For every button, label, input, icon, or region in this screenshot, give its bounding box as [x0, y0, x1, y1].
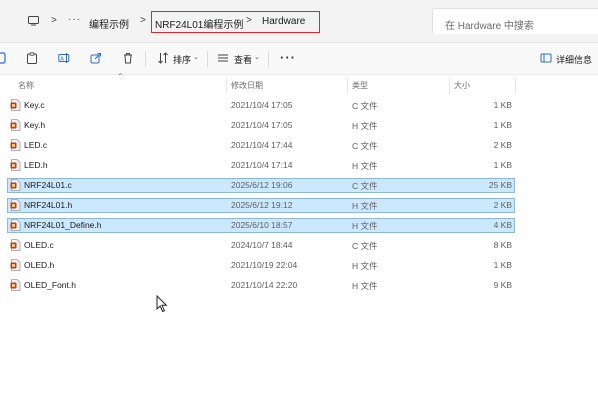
file-modified-date: 2025/6/10 18:57: [231, 220, 293, 230]
file-modified-date: 2024/10/7 18:44: [231, 240, 293, 250]
source-file-icon: [10, 99, 21, 111]
toolbar-divider: [268, 51, 269, 67]
annotation-highlight-box: [151, 11, 320, 33]
file-modified-date: 2025/6/12 19:12: [231, 200, 293, 210]
file-modified-date: 2021/10/14 22:20: [231, 280, 298, 290]
file-type: H 文件: [352, 221, 378, 231]
file-modified-date: 2021/10/19 22:04: [231, 260, 298, 270]
file-name: NRF24L01.h: [24, 200, 73, 210]
file-modified-date: 2025/6/12 19:06: [231, 180, 293, 190]
column-header-size[interactable]: 大小: [454, 80, 470, 91]
new-item-icon[interactable]: [0, 52, 7, 64]
chevron-down-icon[interactable]: ⌄: [193, 53, 199, 61]
file-name: OLED.h: [24, 260, 55, 270]
file-type: H 文件: [352, 281, 378, 291]
search-placeholder: 在 Hardware 中搜索: [445, 21, 534, 32]
details-button[interactable]: 详细信息: [556, 53, 592, 66]
file-name: NRF24L01.c: [24, 180, 72, 190]
monitor-icon[interactable]: [28, 16, 39, 26]
file-row[interactable]: OLED.c 2024/10/7 18:44 C 文件 8 KB: [7, 238, 515, 253]
column-divider[interactable]: [515, 78, 516, 94]
file-name: OLED_Font.h: [24, 280, 76, 290]
source-file-icon: [10, 119, 21, 131]
column-header-type[interactable]: 类型: [352, 80, 368, 91]
file-type: C 文件: [352, 241, 378, 251]
file-type: H 文件: [352, 121, 378, 131]
file-name: Key.c: [24, 100, 45, 110]
file-size: 2 KB: [493, 140, 512, 150]
file-row[interactable]: LED.c 2021/10/4 17:44 C 文件 2 KB: [7, 138, 515, 153]
source-file-icon: [10, 259, 21, 271]
source-file-icon: [10, 219, 21, 231]
svg-text:A: A: [60, 56, 64, 62]
file-size: 1 KB: [493, 100, 512, 110]
file-size: 2 KB: [493, 200, 512, 210]
rename-icon[interactable]: A: [58, 52, 70, 64]
file-type: H 文件: [352, 261, 378, 271]
file-type: H 文件: [352, 201, 378, 211]
file-row[interactable]: OLED.h 2021/10/19 22:04 H 文件 1 KB: [7, 258, 515, 273]
search-input[interactable]: 在 Hardware 中搜索: [432, 8, 598, 34]
file-size: 25 KB: [488, 180, 512, 190]
column-header-name[interactable]: 名称: [18, 80, 34, 91]
file-row[interactable]: LED.h 2021/10/4 17:14 H 文件 1 KB: [7, 158, 515, 173]
chevron-down-icon[interactable]: ⌄: [254, 53, 260, 61]
source-file-icon: [10, 179, 21, 191]
file-name: Key.h: [24, 120, 46, 130]
sort-ascending-icon: ⌃: [117, 72, 124, 81]
file-size: 1 KB: [493, 160, 512, 170]
mouse-cursor-icon: [156, 295, 168, 313]
file-name: LED.h: [24, 160, 48, 170]
file-modified-date: 2021/10/4 17:14: [231, 160, 293, 170]
file-type: C 文件: [352, 141, 378, 151]
file-row[interactable]: OLED_Font.h 2021/10/14 22:20 H 文件 9 KB: [7, 278, 515, 293]
more-options-button[interactable]: ···: [280, 50, 296, 65]
sort-button[interactable]: 排序: [173, 53, 191, 66]
file-name: LED.c: [24, 140, 48, 150]
file-row[interactable]: Key.c 2021/10/4 17:05 C 文件 1 KB: [7, 98, 515, 113]
view-button[interactable]: 查看: [234, 53, 252, 66]
toolbar-divider: [145, 51, 146, 67]
more-breadcrumbs-button[interactable]: ···: [68, 14, 81, 25]
source-file-icon: [10, 199, 21, 211]
file-size: 4 KB: [493, 220, 512, 230]
file-modified-date: 2021/10/4 17:44: [231, 140, 293, 150]
file-modified-date: 2021/10/4 17:05: [231, 100, 293, 110]
source-file-icon: [10, 239, 21, 251]
file-row-selected[interactable]: NRF24L01_Define.h 2025/6/10 18:57 H 文件 4 KB: [7, 218, 515, 233]
chevron-right-icon[interactable]: >: [51, 15, 57, 26]
source-file-icon: [10, 159, 21, 171]
command-bar: A 排序 ⌄ 查看 ⌄ ··· 详细信息: [0, 43, 598, 75]
file-type: C 文件: [352, 181, 378, 191]
column-divider[interactable]: [449, 78, 450, 94]
column-header-date[interactable]: 修改日期: [231, 80, 263, 91]
file-modified-date: 2021/10/4 17:05: [231, 120, 293, 130]
file-row-selected[interactable]: NRF24L01.h 2025/6/12 19:12 H 文件 2 KB: [7, 198, 515, 213]
file-name: NRF24L01_Define.h: [24, 220, 102, 230]
file-type: C 文件: [352, 101, 378, 111]
column-divider[interactable]: [226, 78, 227, 94]
sort-icon[interactable]: [157, 52, 169, 64]
source-file-icon: [10, 279, 21, 291]
column-divider[interactable]: [347, 78, 348, 94]
toolbar-divider: [207, 51, 208, 67]
file-row-selected[interactable]: NRF24L01.c 2025/6/12 19:06 C 文件 25 KB: [7, 178, 515, 193]
file-row[interactable]: Key.h 2021/10/4 17:05 H 文件 1 KB: [7, 118, 515, 133]
address-bar: > ··· 编程示例 > NRF24L01编程示例 > Hardware 在 H…: [0, 0, 598, 43]
file-size: 1 KB: [493, 260, 512, 270]
chevron-right-icon[interactable]: >: [140, 15, 146, 26]
details-pane-icon[interactable]: [540, 52, 552, 64]
view-icon[interactable]: [217, 52, 229, 64]
clipboard-icon[interactable]: [26, 52, 38, 64]
file-size: 1 KB: [493, 120, 512, 130]
source-file-icon: [10, 139, 21, 151]
file-name: OLED.c: [24, 240, 54, 250]
file-size: 9 KB: [493, 280, 512, 290]
file-size: 8 KB: [493, 240, 512, 250]
share-icon[interactable]: [90, 52, 102, 64]
file-type: H 文件: [352, 161, 378, 171]
breadcrumb-item[interactable]: 编程示例: [89, 16, 129, 31]
trash-icon[interactable]: [122, 52, 134, 64]
